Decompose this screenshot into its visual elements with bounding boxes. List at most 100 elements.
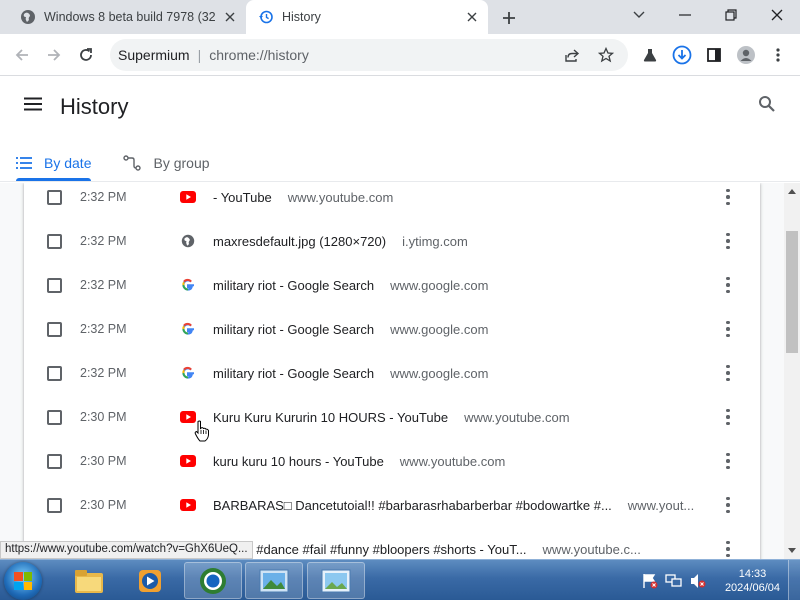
row-link[interactable]: maxresdefault.jpg (1280×720) i.ytimg.com [213,234,468,249]
row-checkbox[interactable] [47,497,62,513]
history-row[interactable]: 2:30 PM kuru kuru 10 hours - YouTube www.y… [24,439,760,483]
bookmark-star-icon[interactable] [592,41,620,69]
history-row[interactable]: 2:32 PM maxresdefault.jpg (1280×720) i.yti… [24,219,760,263]
scroll-up-arrow[interactable] [788,189,796,194]
status-url-bar: https://www.youtube.com/watch?v=GhX6UeQ.… [0,541,253,559]
row-domain: www.youtube.com [464,409,570,425]
row-title: - YouTube [213,189,272,205]
tab-label: By group [153,155,210,171]
row-time: 2:30 PM [80,410,127,424]
row-title: military riot - Google Search [213,365,375,381]
windows-taskbar: 14:33 2024/06/04 [0,559,800,600]
search-icon[interactable] [758,95,776,116]
photo-viewer-taskbar-icon[interactable] [245,562,303,599]
forward-icon[interactable] [40,41,68,69]
new-tab-button[interactable] [498,7,520,29]
close-tab-icon[interactable] [220,7,240,27]
paint-taskbar-icon[interactable] [307,562,365,599]
row-time: 2:32 PM [80,278,127,292]
row-link[interactable]: BARBARAS□ Dancetutoial!! #barbarasrhabar… [213,498,694,513]
start-button[interactable] [4,562,42,600]
profile-avatar-icon[interactable] [732,41,760,69]
browser-tab-history[interactable]: History [246,0,488,34]
downloads-icon[interactable] [668,41,696,69]
supermium-taskbar-icon[interactable] [184,562,242,599]
tab-label: By date [44,155,92,171]
row-actions-menu-icon[interactable] [722,187,734,207]
history-row[interactable]: 2:30 PM Kuru Kuru Kururin 10 HOURS - YouT… [24,395,760,439]
youtube-favicon-icon [180,189,196,205]
row-title: BARBARAS□ Dancetutoial!! #barbarasrhabar… [213,497,612,513]
row-checkbox[interactable] [47,277,62,293]
close-window-icon[interactable] [754,0,800,30]
row-checkbox[interactable] [47,321,62,337]
tab-by-date[interactable]: By date [0,145,107,181]
history-row[interactable]: 2:32 PM military riot - Google Search www.… [24,307,760,351]
row-link[interactable]: kuru kuru 10 hours - YouTube www.youtube.… [213,454,505,469]
extension-flask-icon[interactable] [636,41,664,69]
row-link[interactable]: military riot - Google Search www.google.… [213,366,488,381]
history-row[interactable]: 2:32 PM military riot - Google Search www.… [24,263,760,307]
hamburger-menu-icon[interactable] [24,97,44,113]
row-checkbox[interactable] [47,365,62,381]
youtube-favicon-icon [180,497,196,513]
history-main: 2:32 PM - YouTube www.youtube.com 2:32 PM ma… [0,183,784,559]
reload-icon[interactable] [72,41,100,69]
row-time: 2:30 PM [80,454,127,468]
row-actions-menu-icon[interactable] [722,275,734,295]
action-center-flag-icon[interactable] [639,571,661,591]
volume-muted-icon[interactable] [687,571,709,591]
row-time: 2:32 PM [80,322,127,336]
row-title: kuru kuru 10 hours - YouTube [213,453,384,469]
row-checkbox[interactable] [47,409,62,425]
show-desktop-button[interactable] [788,560,800,600]
row-domain: www.youtube.com [287,189,394,205]
taskbar-clock[interactable]: 14:33 2024/06/04 [725,567,780,595]
row-actions-menu-icon[interactable] [722,231,734,251]
close-tab-icon[interactable] [462,7,482,27]
row-link[interactable]: military riot - Google Search www.google.… [213,322,488,337]
google-favicon-icon [180,365,196,381]
row-checkbox[interactable] [47,453,62,469]
omnibox-url: chrome://history [209,47,309,63]
row-actions-menu-icon[interactable] [722,319,734,339]
share-icon[interactable] [558,41,586,69]
history-page-header: History By date By group [0,77,800,182]
network-icon[interactable] [663,571,685,591]
row-time: 2:32 PM [80,366,127,380]
row-link[interactable]: Kuru Kuru Kururin 10 HOURS - YouTube www.… [213,410,570,425]
menu-kebab-icon[interactable] [764,41,792,69]
minimize-icon[interactable] [662,0,708,30]
scroll-thumb[interactable] [786,231,798,353]
back-icon[interactable] [8,41,36,69]
row-checkbox[interactable] [47,233,62,249]
row-actions-menu-icon[interactable] [722,451,734,471]
tab-by-group[interactable]: By group [107,145,225,181]
scrollbar[interactable] [784,183,800,559]
row-actions-menu-icon[interactable] [722,407,734,427]
side-panel-icon[interactable] [700,41,728,69]
row-title: Kuru Kuru Kururin 10 HOURS - YouTube [213,409,449,425]
media-player-taskbar-icon[interactable] [121,562,179,599]
row-actions-menu-icon[interactable] [722,539,734,559]
explorer-taskbar-icon[interactable] [60,562,118,599]
globe-icon [20,9,36,25]
omnibox-site-label: Supermium [118,47,190,63]
row-link[interactable]: TE! □ - #dance #fail #funny #bloopers #s… [213,542,641,557]
row-checkbox[interactable] [47,189,62,205]
google-favicon-icon [180,277,196,293]
row-link[interactable]: military riot - Google Search www.google.… [213,278,488,293]
history-row[interactable]: 2:32 PM military riot - Google Search www.… [24,351,760,395]
row-link[interactable]: - YouTube www.youtube.com [213,190,393,205]
row-actions-menu-icon[interactable] [722,363,734,383]
history-row[interactable]: 2:30 PM BARBARAS□ Dancetutoial!! #barbara… [24,483,760,527]
history-card: 2:32 PM - YouTube www.youtube.com 2:32 PM ma… [24,183,760,559]
scroll-down-arrow[interactable] [788,548,796,553]
browser-tab-windows8[interactable]: Windows 8 beta build 7978 (32 [8,0,246,34]
restore-icon[interactable] [708,0,754,30]
row-actions-menu-icon[interactable] [722,495,734,515]
tab-search-icon[interactable] [616,0,662,30]
row-time: 2:32 PM [80,190,127,204]
history-row[interactable]: 2:32 PM - YouTube www.youtube.com [24,183,760,219]
address-bar[interactable]: Supermium | chrome://history [110,39,628,71]
